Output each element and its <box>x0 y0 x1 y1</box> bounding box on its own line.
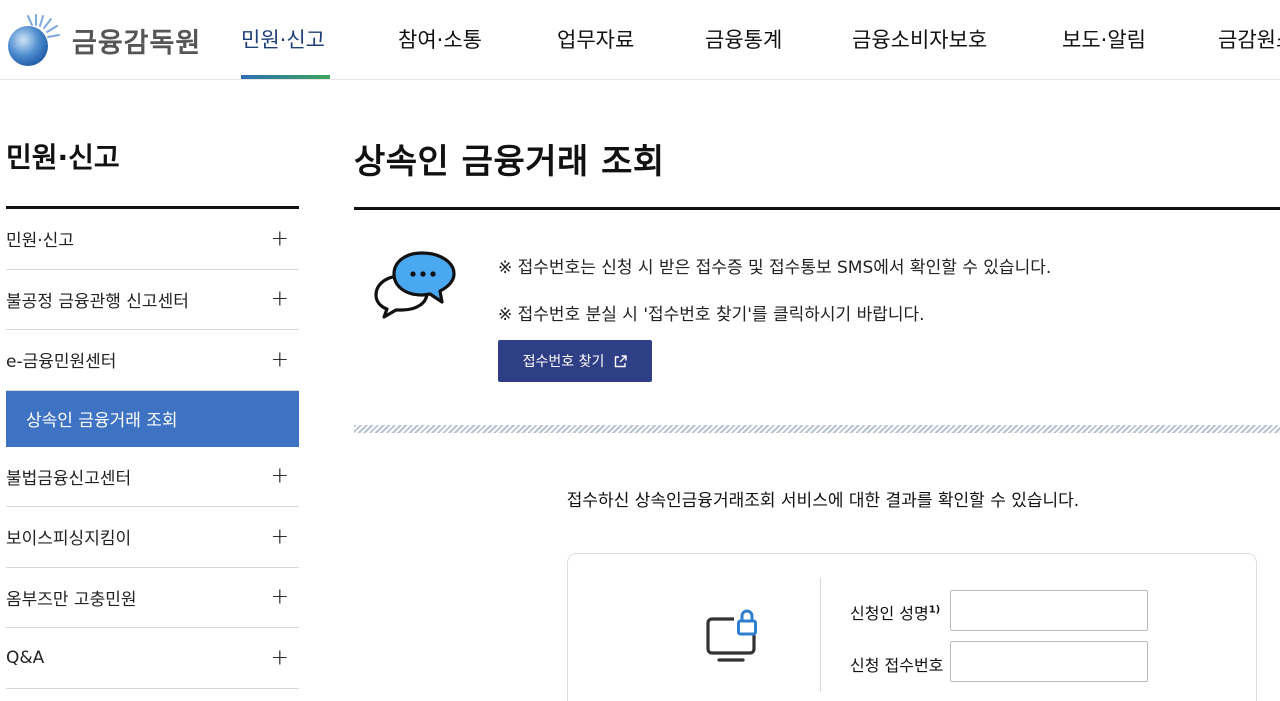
plus-icon[interactable]: + <box>271 347 289 372</box>
logo-text: 금융감독원 <box>72 27 202 59</box>
sidebar-item-unfair-practice[interactable]: 불공정 금융관행 신고센터 + <box>6 270 299 330</box>
footnote-marker: 1) <box>928 604 941 616</box>
inquiry-form-panel <box>567 553 1257 701</box>
sidebar-item-complaint[interactable]: 민원·신고 + <box>6 209 299 270</box>
sidebar-item-label: 민원·신고 <box>6 231 74 252</box>
sidebar-item-qna[interactable]: Q&A + <box>6 628 299 689</box>
nav-item-statistics[interactable]: 금융통계 <box>705 24 782 54</box>
receipt-number-label: 신청 접수번호 <box>850 656 944 675</box>
plus-icon[interactable]: + <box>271 464 289 489</box>
page-title: 상속인 금융거래 조회 <box>354 142 665 182</box>
nav-item-consumer-protection[interactable]: 금융소비자보호 <box>852 24 987 54</box>
find-receipt-number-button[interactable]: 접수번호 찾기 <box>498 340 652 382</box>
plus-icon[interactable]: + <box>271 585 289 610</box>
applicant-name-label-text: 신청인 성명 <box>850 604 929 623</box>
site-logo[interactable]: 금융감독원 <box>6 12 201 68</box>
plus-icon[interactable]: + <box>271 645 289 670</box>
nav-active-underline <box>241 75 330 79</box>
sidebar-item-label: 옴부즈만 고충민원 <box>6 589 137 610</box>
external-link-icon <box>615 354 628 367</box>
applicant-name-input[interactable] <box>950 590 1148 631</box>
sidebar-item-label: e-금융민원센터 <box>6 352 117 373</box>
sidebar-item-label: 불공정 금융관행 신고센터 <box>6 291 189 312</box>
plus-icon[interactable]: + <box>271 524 289 549</box>
plus-icon[interactable]: + <box>271 226 289 251</box>
applicant-name-label: 신청인 성명1) <box>850 600 940 624</box>
notice-receipt-number: ※ 접수번호는 신청 시 받은 접수증 및 접수통보 SMS에서 확인할 수 있… <box>498 258 1052 278</box>
nav-item-press[interactable]: 보도·알림 <box>1062 24 1146 54</box>
plus-icon[interactable]: + <box>271 287 289 312</box>
nav-item-materials[interactable]: 업무자료 <box>557 24 634 54</box>
title-divider <box>354 207 1280 210</box>
result-description: 접수하신 상속인금융거래조회 서비스에 대한 결과를 확인할 수 있습니다. <box>566 491 1080 511</box>
nav-item-participation[interactable]: 참여·소통 <box>398 24 482 54</box>
nav-item-complaint[interactable]: 민원·신고 <box>241 24 325 54</box>
find-button-label: 접수번호 찾기 <box>522 354 605 370</box>
sidebar-item-label: Q&A <box>6 647 45 668</box>
notice-lost-number: ※ 접수번호 분실 시 '접수번호 찾기'를 클릭하시기 바랍니다. <box>498 305 925 325</box>
form-divider <box>820 578 821 692</box>
nav-item-about[interactable]: 금감원소개 <box>1218 24 1280 54</box>
receipt-number-input[interactable] <box>950 641 1148 682</box>
chat-bubbles-icon <box>374 251 456 319</box>
sidebar-item-ombudsman[interactable]: 옴부즈만 고충민원 + <box>6 568 299 628</box>
sidebar-item-label: 불법금융신고센터 <box>6 468 132 489</box>
sidebar-item-label: 보이스피싱지킴이 <box>6 529 132 550</box>
sidebar-menu: 민원·신고 + 불공정 금융관행 신고센터 + e-금융민원센터 + 상속인 금… <box>6 209 299 689</box>
sidebar-title: 민원·신고 <box>6 141 120 174</box>
sidebar-item-voice-phishing[interactable]: 보이스피싱지킴이 + <box>6 507 299 568</box>
logo-globe-icon <box>8 14 60 66</box>
sidebar-item-illegal-finance[interactable]: 불법금융신고센터 + <box>6 447 299 507</box>
site-header: 금융감독원 민원·신고 참여·소통 업무자료 금융통계 금융소비자보호 보도·알… <box>0 0 1280 80</box>
sidebar-item-e-complaint[interactable]: e-금융민원센터 + <box>6 330 299 391</box>
monitor-lock-icon <box>706 607 760 662</box>
section-divider-hatch <box>354 425 1280 433</box>
sidebar-item-label: 상속인 금융거래 조회 <box>26 411 178 431</box>
sidebar-item-heir-inquiry[interactable]: 상속인 금융거래 조회 <box>6 390 299 447</box>
